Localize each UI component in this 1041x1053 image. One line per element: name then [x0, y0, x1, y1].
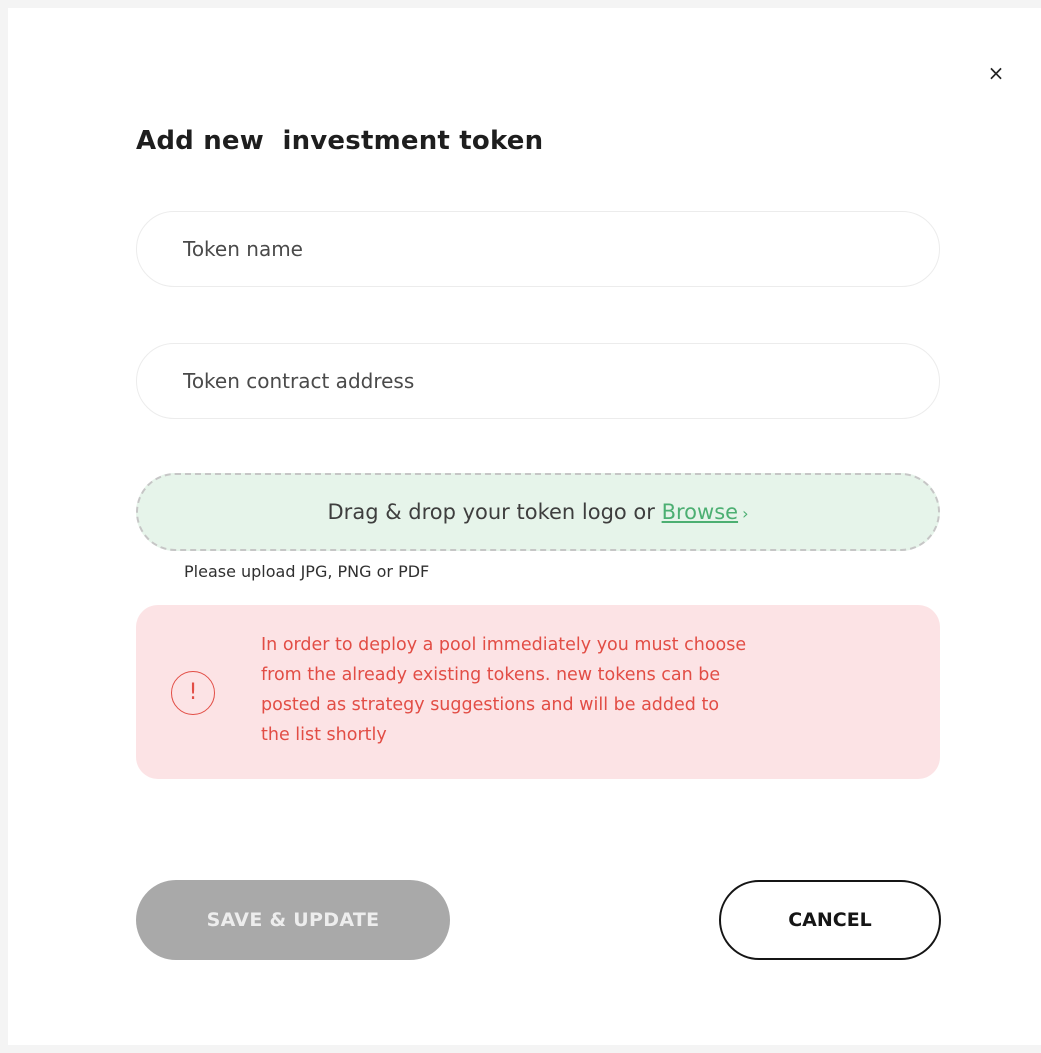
token-address-field: [136, 343, 940, 419]
dropzone-prompt: Drag & drop your token logo or: [327, 500, 662, 524]
token-name-input[interactable]: [183, 212, 903, 286]
chevron-right-icon: ›: [742, 504, 749, 523]
upload-hint: Please upload JPG, PNG or PDF: [184, 562, 430, 581]
dialog-title: Add new investment token: [136, 126, 544, 156]
save-update-button[interactable]: SAVE & UPDATE: [136, 880, 450, 960]
token-name-field: [136, 211, 940, 287]
warning-text: In order to deploy a pool immediately yo…: [261, 635, 747, 745]
token-address-input[interactable]: [183, 344, 903, 418]
logo-dropzone[interactable]: Drag & drop your token logo or Browse ›: [136, 473, 940, 551]
close-icon[interactable]: ×: [984, 61, 1008, 85]
browse-link[interactable]: Browse: [662, 500, 738, 524]
cancel-button[interactable]: CANCEL: [719, 880, 941, 960]
alert-circle-icon: !: [171, 671, 215, 715]
add-token-dialog: × Add new investment token Drag & drop y…: [8, 8, 1041, 1045]
